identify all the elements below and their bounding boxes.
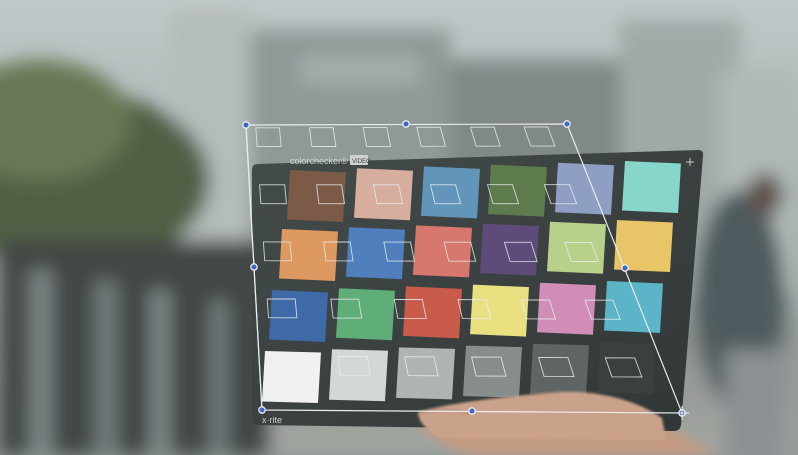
chart-brand-name: colorchecker®	[290, 156, 348, 166]
patch-green	[336, 288, 395, 341]
patch-magenta	[537, 282, 596, 335]
colorchecker-chart: colorchecker® VIDEO x·rite	[252, 150, 704, 431]
patch-moderate-red	[413, 225, 472, 278]
handle-corner-top-right[interactable]	[563, 120, 571, 128]
patch-cyan	[604, 281, 663, 333]
handle-edge-right-mid[interactable]	[621, 264, 629, 272]
color-match-viewer: colorchecker® VIDEO x·rite	[0, 0, 798, 455]
handle-edge-top-mid[interactable]	[402, 120, 410, 128]
patch-blue-flower	[555, 162, 614, 215]
viewer-canvas: colorchecker® VIDEO x·rite	[0, 0, 798, 455]
patch-neutral-3-5	[530, 343, 589, 396]
handle-edge-bottom-mid[interactable]	[468, 407, 476, 415]
handle-corner-bottom-left[interactable]	[258, 406, 266, 414]
chart-maker-logo: x·rite	[262, 415, 282, 425]
patch-yellow	[470, 284, 529, 337]
patch-orange	[279, 229, 338, 281]
patch-bluish-green	[622, 161, 681, 213]
patch-purple	[480, 223, 539, 276]
handle-edge-left-mid[interactable]	[250, 263, 258, 271]
patch-dark-skin	[287, 170, 346, 222]
patch-black	[597, 342, 656, 394]
handle-corner-top-left[interactable]	[242, 121, 250, 129]
patch-light-skin	[354, 168, 413, 221]
chart-brand-tag: VIDEO	[352, 159, 371, 165]
patch-red	[403, 286, 462, 339]
patch-neutral-5	[463, 345, 522, 398]
patch-purplish-blue	[346, 227, 405, 280]
patch-blue-sky	[421, 166, 480, 219]
patch-blue	[269, 290, 328, 342]
patch-foliage	[488, 164, 547, 217]
patch-yellow-green	[547, 221, 606, 274]
patch-neutral-6-5	[396, 347, 455, 400]
